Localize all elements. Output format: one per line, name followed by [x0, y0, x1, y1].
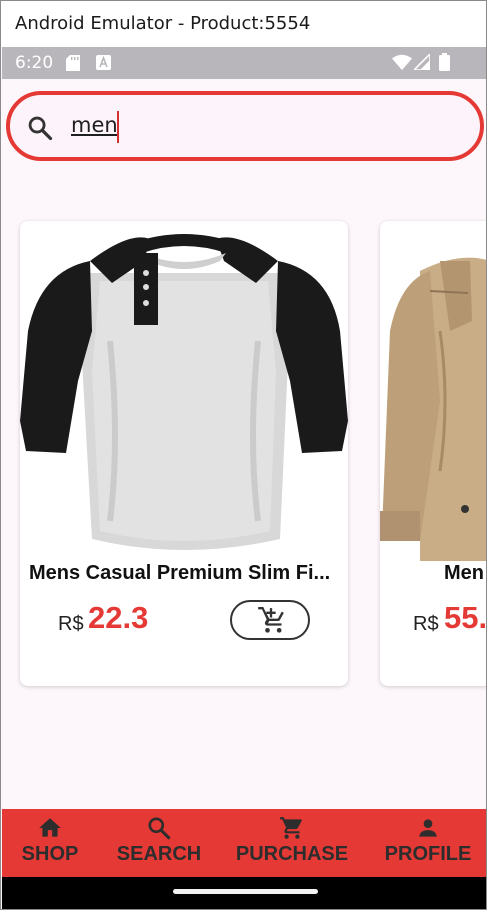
product-price: 22.3	[88, 600, 149, 635]
nav-label: SHOP	[21, 843, 79, 865]
sd-card-icon	[66, 55, 80, 76]
nav-label: PROFILE	[384, 843, 472, 865]
product-image-raglan-shirt[interactable]	[20, 221, 348, 561]
add-to-cart-button[interactable]	[230, 600, 310, 640]
search-input[interactable]: men	[71, 113, 118, 137]
product-image-khaki-jacket[interactable]	[380, 221, 486, 561]
battery-icon	[439, 53, 450, 76]
signal-icon	[412, 52, 431, 75]
add-to-cart-icon	[258, 607, 284, 633]
nav-item-shop[interactable]: SHOP	[20, 815, 80, 866]
home-icon	[39, 818, 61, 837]
product-card[interactable]: Mens Casual Premium Slim Fi... R$ 22.3	[20, 221, 348, 686]
nav-item-profile[interactable]: PROFILE	[382, 815, 474, 866]
product-price: 55.	[444, 600, 487, 635]
cart-icon	[280, 817, 302, 839]
search-icon[interactable]	[26, 114, 54, 147]
product-card[interactable]: Men R$ 55.	[380, 221, 487, 686]
text-caret	[117, 111, 119, 143]
window-title: Android Emulator - Product:5554	[15, 13, 311, 34]
person-icon	[419, 819, 437, 837]
window-titlebar: Android Emulator - Product:5554	[1, 1, 486, 47]
bottom-navigation: SHOP SEARCH PURCHASE PROFILE	[2, 809, 486, 877]
product-currency: R$	[413, 613, 439, 635]
product-name: Men	[444, 562, 484, 584]
status-time: 6:20	[15, 53, 54, 73]
home-gesture-handle[interactable]	[173, 889, 318, 894]
wifi-icon	[392, 54, 412, 75]
system-gesture-bar	[2, 877, 486, 909]
product-currency: R$	[58, 613, 84, 635]
nav-item-search[interactable]: SEARCH	[114, 815, 204, 866]
nav-label: PURCHASE	[235, 843, 349, 865]
a-notification-icon	[96, 55, 111, 75]
product-name: Mens Casual Premium Slim Fi...	[29, 562, 331, 584]
nav-item-purchase[interactable]: PURCHASE	[234, 815, 350, 866]
search-field[interactable]: men	[6, 91, 484, 161]
nav-label: SEARCH	[116, 843, 202, 865]
search-icon	[148, 817, 171, 840]
emulator-window: Android Emulator - Product:5554 6:20 men	[0, 0, 487, 910]
status-bar: 6:20	[2, 47, 486, 79]
app-content: men Mens Casual Premium Slim Fi... R$ 22…	[2, 79, 487, 809]
